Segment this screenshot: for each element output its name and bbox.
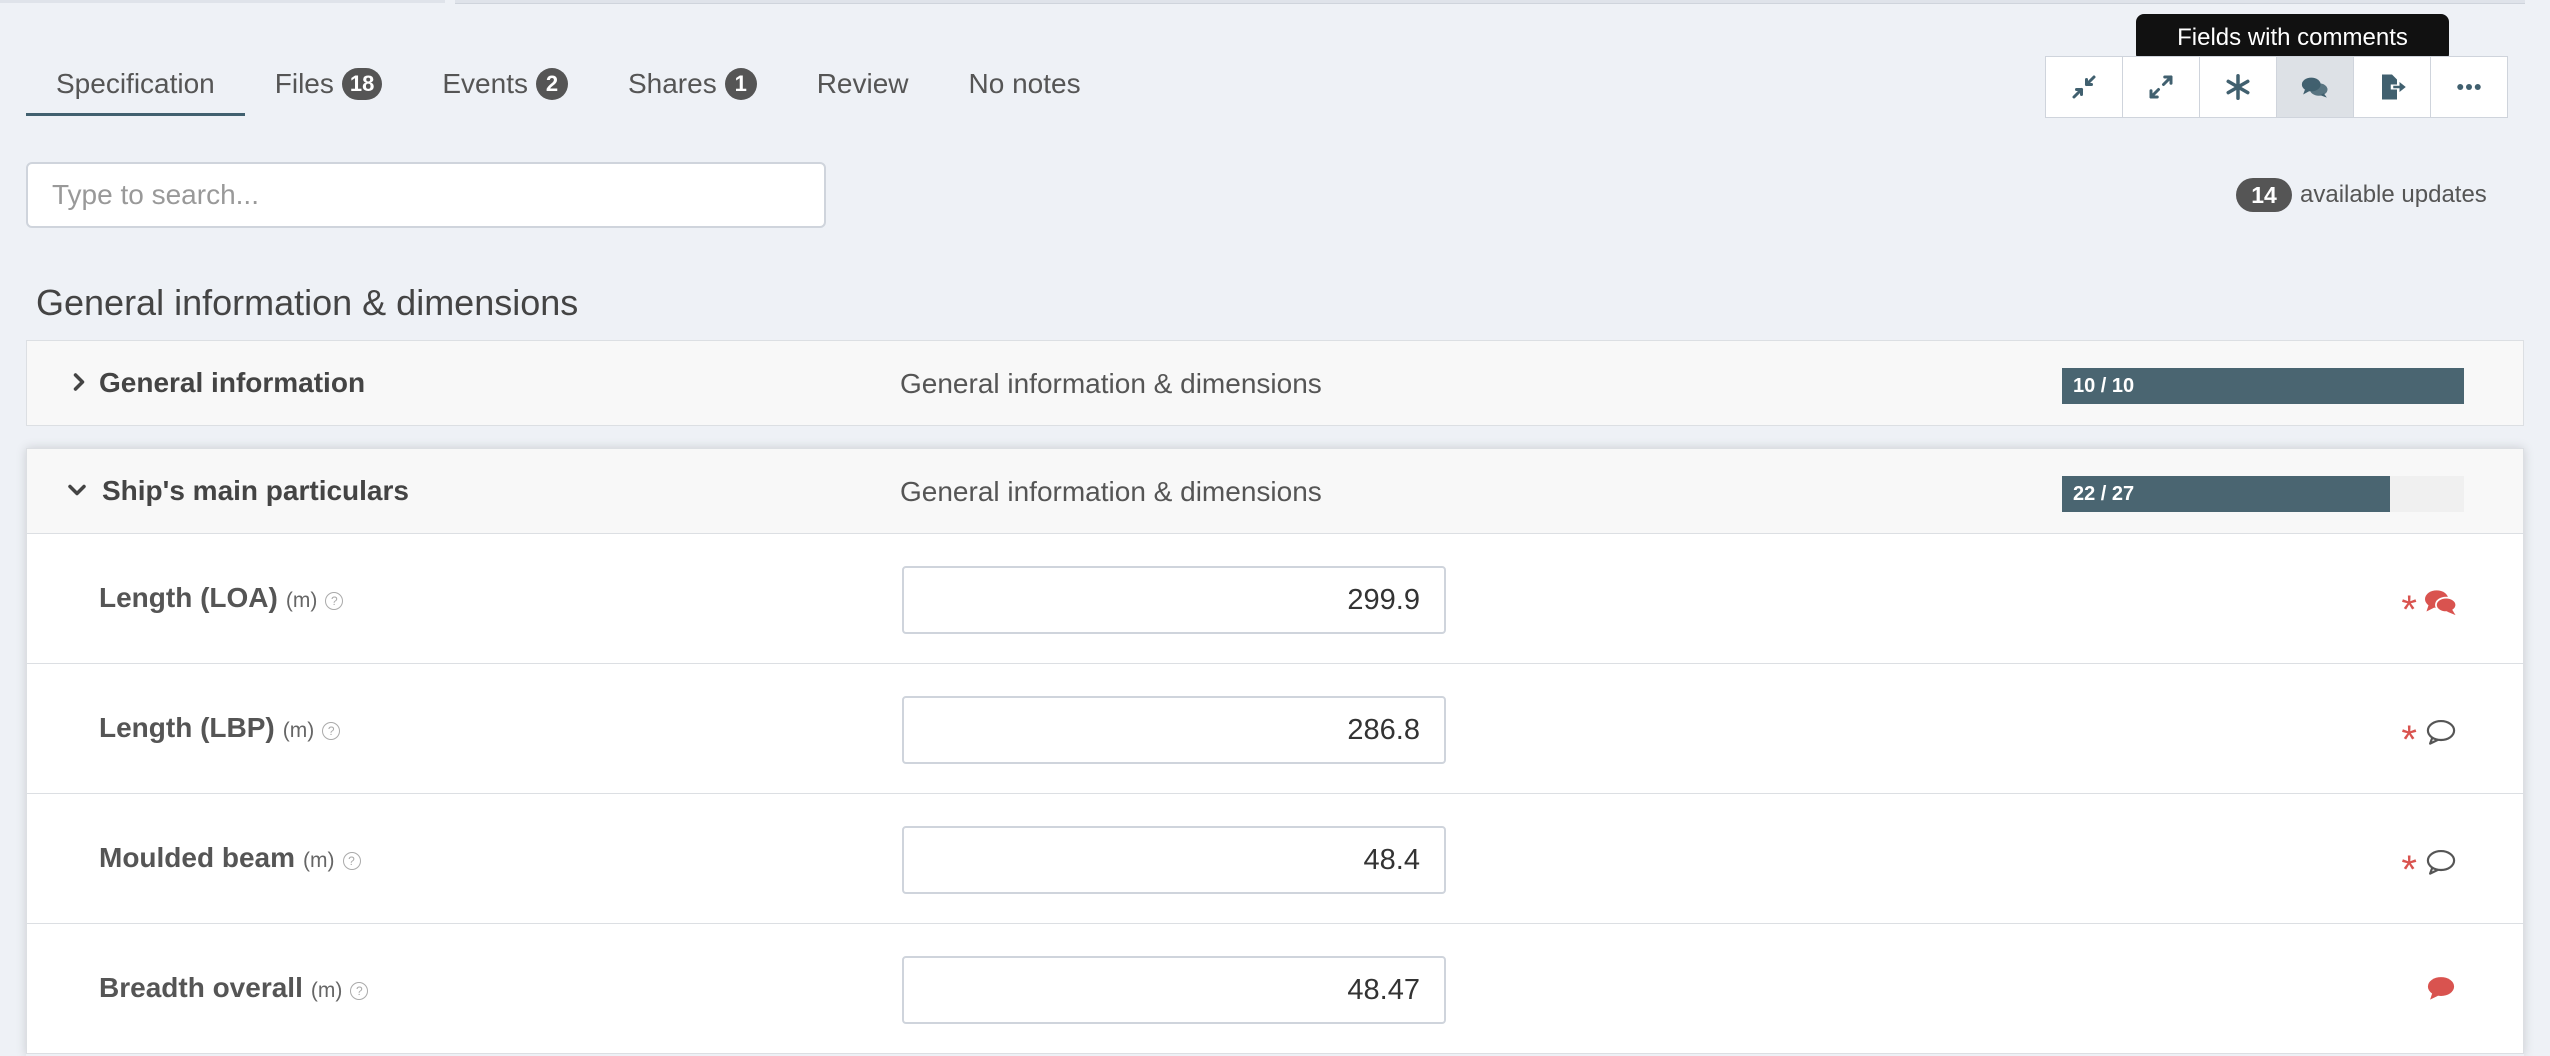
field-row-length-loa: Length (LOA) (m) ? * [26,534,2524,664]
tooltip: Fields with comments [2136,14,2449,70]
collapse-all-button[interactable] [2045,56,2123,118]
field-row-moulded-beam: Moulded beam (m) ? * [26,794,2524,924]
field-row-breadth-overall: Breadth overall (m) ? [26,924,2524,1054]
tab-label: No notes [968,68,1081,99]
tab-specification[interactable]: Specification [26,56,245,116]
tab-shares[interactable]: Shares 1 [598,56,787,112]
field-status-icons [2423,972,2459,1004]
more-button[interactable] [2430,56,2508,118]
progress-text: 22 / 27 [2073,483,2135,505]
tab-review[interactable]: Review [787,56,939,112]
updates-count-badge: 14 [2236,178,2292,212]
section-title: General information & dimensions [36,282,579,323]
export-icon [2382,74,2406,100]
field-row-length-lbp: Length (LBP) (m) ? * [26,664,2524,794]
count-badge: 18 [341,68,383,100]
group-name: Ship's main particulars [102,475,409,506]
field-label: Length (LOA) (m) ? [99,582,344,614]
comment-outline-icon[interactable] [2423,716,2459,748]
progress-bar: 22 / 27 [2062,476,2464,512]
field-unit: (m) [303,849,335,872]
field-status-icons: * [2401,582,2459,630]
progress-bar: 10 / 10 [2062,368,2464,404]
required-asterisk-icon: * [2401,718,2417,762]
expand-all-button[interactable] [2122,56,2200,118]
field-status-icons: * [2401,712,2459,760]
group-description: General information & dimensions [900,368,1322,399]
group-description: General information & dimensions [900,476,1322,507]
length-lbp-input[interactable] [902,696,1446,764]
tab-label: Shares [627,68,717,99]
help-icon[interactable]: ? [350,982,369,1000]
comment-outline-icon[interactable] [2423,846,2459,878]
required-asterisk-icon: * [2401,588,2417,632]
group-general-information[interactable]: General information General information … [26,340,2524,426]
group-name: General information [99,367,366,398]
field-unit: (m) [285,589,318,612]
tab-events[interactable]: Events 2 [412,56,598,112]
field-label-text: Length (LOA) [99,582,278,613]
chevron-right-icon [73,373,85,391]
top-strip-left [0,0,445,3]
progress-text: 10 / 10 [2073,375,2135,397]
tab-label: Specification [56,68,215,99]
comments-filled-icon[interactable] [2423,586,2459,618]
chevron-down-icon [68,484,86,496]
count-badge: 1 [724,68,757,100]
field-label-text: Length (LBP) [99,712,275,743]
field-status-icons: * [2401,842,2459,890]
help-icon[interactable]: ? [325,592,344,610]
expand-icon [2149,75,2173,99]
count-badge: 2 [535,68,568,100]
comments-filter-button[interactable] [2276,56,2354,118]
export-button[interactable] [2353,56,2431,118]
tab-notes[interactable]: No notes [939,56,1111,112]
field-label-text: Moulded beam [99,842,296,873]
field-unit: (m) [282,719,315,742]
top-strip [0,0,2550,4]
help-icon[interactable]: ? [322,722,341,740]
top-strip-right [455,0,2525,4]
field-label: Moulded beam (m) ? [99,842,361,874]
tab-bar: Specification Files 18 Events 2 Shares 1 Re… [26,56,1111,126]
breadth-overall-input[interactable] [902,956,1446,1024]
search-input[interactable] [26,162,826,228]
comments-icon [2301,77,2328,98]
required-filter-button[interactable] [2199,56,2277,118]
tab-label: Files [274,68,334,99]
more-icon [2457,84,2481,90]
updates-label: available updates [2300,181,2487,208]
field-label: Length (LBP) (m) ? [99,712,341,744]
tab-label: Events [442,68,528,99]
group-ships-main-particulars[interactable]: Ship's main particulars General informat… [26,448,2524,534]
required-asterisk-icon: * [2401,848,2417,892]
help-icon[interactable]: ? [342,852,361,870]
asterisk-icon [2226,74,2250,100]
collapse-icon [2072,75,2096,99]
tab-label: Review [816,68,909,99]
tab-files[interactable]: Files 18 [245,56,413,112]
field-unit: (m) [310,979,343,1002]
length-loa-input[interactable] [902,566,1446,634]
field-label-text: Breadth overall [99,972,303,1003]
toolbar [2045,56,2508,120]
moulded-beam-input[interactable] [902,826,1446,894]
field-label: Breadth overall (m) ? [99,972,369,1004]
available-updates[interactable]: 14 available updates [2236,178,2487,212]
comment-filled-icon[interactable] [2423,972,2459,1004]
